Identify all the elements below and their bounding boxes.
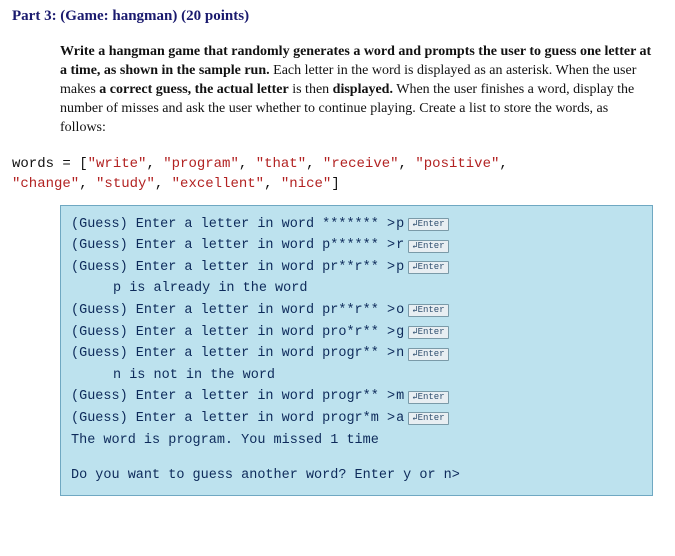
section-title: Part 3: (Game: hangman) (20 points) [12, 8, 663, 25]
enter-key-icon: ↲Enter [408, 261, 448, 274]
enter-key-icon: ↲Enter [408, 304, 448, 317]
terminal-text: Do you want to guess another word? Enter… [71, 465, 460, 487]
enter-key-icon: ↲Enter [408, 326, 448, 339]
terminal-prompt: (Guess) Enter a letter in word ******* > [71, 214, 395, 236]
enter-key-icon: ↲Enter [408, 412, 448, 425]
terminal-prompt: (Guess) Enter a letter in word p****** > [71, 235, 395, 257]
user-input-letter: n [396, 343, 404, 365]
user-input-letter: o [396, 300, 404, 322]
problem-description: Write a hangman game that randomly gener… [60, 43, 653, 137]
user-input-letter: g [396, 322, 404, 344]
terminal-prompt: (Guess) Enter a letter in word pro*r** > [71, 322, 395, 344]
terminal-prompt: (Guess) Enter a letter in word pr**r** > [71, 300, 395, 322]
terminal-prompt: (Guess) Enter a letter in word progr*m > [71, 408, 395, 430]
user-input-letter: p [396, 257, 404, 279]
terminal-prompt: (Guess) Enter a letter in word progr** > [71, 386, 395, 408]
enter-key-icon: ↲Enter [408, 348, 448, 361]
terminal-prompt: (Guess) Enter a letter in word progr** > [71, 343, 395, 365]
code-words-list: words = ["write", "program", "that", "re… [12, 155, 663, 194]
enter-key-icon: ↲Enter [408, 218, 448, 231]
sample-run-terminal: (Guess) Enter a letter in word ******* >… [60, 205, 653, 496]
terminal-prompt: (Guess) Enter a letter in word pr**r** > [71, 257, 395, 279]
terminal-message: p is already in the word [113, 278, 307, 300]
terminal-text: The word is program. You missed 1 time [71, 430, 379, 452]
enter-key-icon: ↲Enter [408, 391, 448, 404]
user-input-letter: r [396, 235, 404, 257]
user-input-letter: a [396, 408, 404, 430]
user-input-letter: p [396, 214, 404, 236]
enter-key-icon: ↲Enter [408, 240, 448, 253]
user-input-letter: m [396, 386, 404, 408]
terminal-message: n is not in the word [113, 365, 275, 387]
